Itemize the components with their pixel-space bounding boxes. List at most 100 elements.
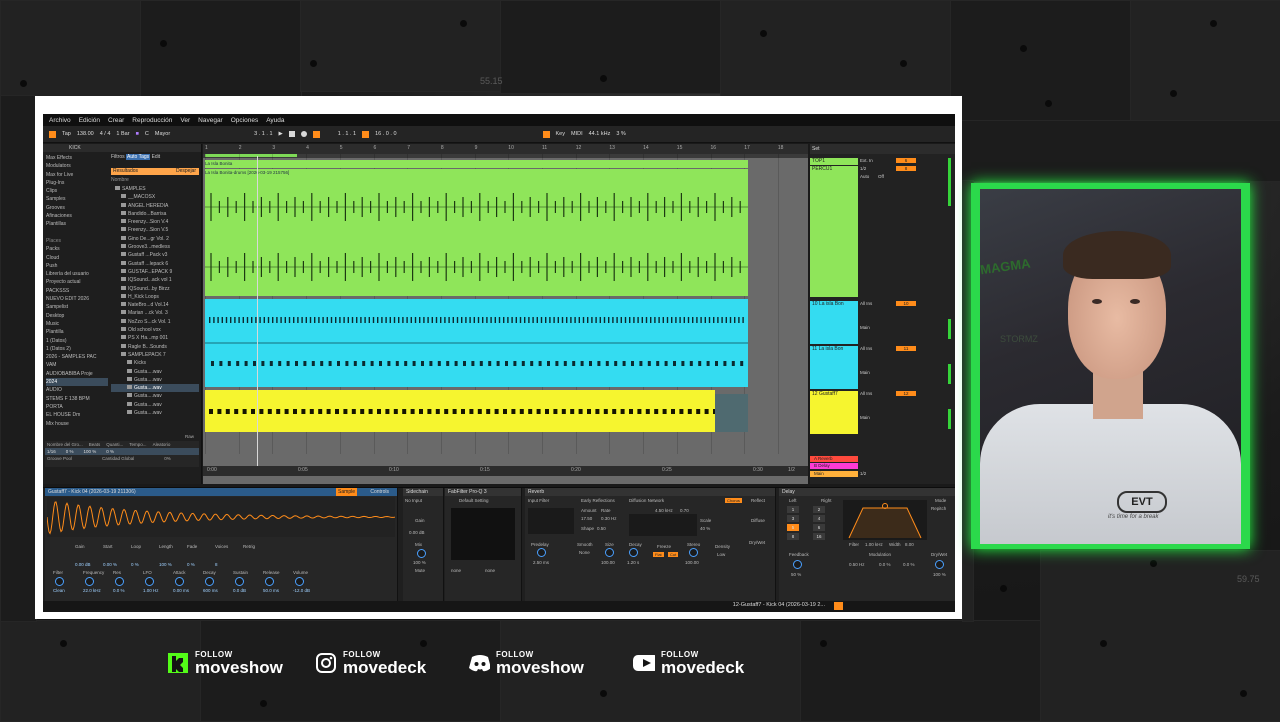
mode-value[interactable]: Repitch: [931, 506, 946, 511]
browser-category[interactable]: EL HOUSE Dm: [46, 411, 108, 419]
browser-file[interactable]: PS X Ha...mp 001: [111, 334, 199, 342]
clip-la-isla-10-11[interactable]: [205, 299, 748, 387]
browser-file[interactable]: Old school vox: [111, 326, 199, 334]
delay-filter-label[interactable]: Filter: [849, 542, 859, 547]
feedback-value[interactable]: 50 %: [791, 572, 801, 577]
browser-category[interactable]: NUEVO EDIT 2026: [46, 295, 108, 303]
browser-file[interactable]: Freenzy...Sion V.4: [111, 218, 199, 226]
browser-file[interactable]: IQSound...ack vol 1: [111, 276, 199, 284]
track-volume-box[interactable]: 6: [896, 158, 916, 163]
key-toggle[interactable]: [542, 130, 550, 138]
menu-reproduccion[interactable]: Reproducción: [132, 117, 172, 124]
sampler-param-value[interactable]: 100 %: [159, 562, 172, 567]
input-filter-graph[interactable]: [528, 508, 574, 534]
clear-button[interactable]: Despejar: [176, 168, 196, 175]
track-input[interactable]: All Ins: [860, 346, 892, 351]
size-knob[interactable]: [605, 548, 614, 557]
groove-pct3[interactable]: 0 %: [106, 449, 114, 454]
browser-category[interactable]: Max Effects: [46, 154, 108, 162]
social-instagram[interactable]: FOLLOW movedeck: [315, 648, 426, 678]
sample-display[interactable]: [46, 497, 396, 537]
name-header[interactable]: Nombre: [111, 177, 129, 183]
browser-category[interactable]: Samples: [46, 195, 108, 203]
browser-file[interactable]: __MACOSX: [111, 193, 199, 201]
clip-top1[interactable]: La Isla Bonita: [205, 160, 748, 168]
delay-sync-button[interactable]: 6: [813, 524, 825, 531]
delay-sync-button[interactable]: 1: [787, 506, 799, 513]
menu-ver[interactable]: Ver: [180, 117, 190, 124]
browser-file[interactable]: GUSTAF...EPACK 9: [111, 268, 199, 276]
browser-category[interactable]: Clips: [46, 187, 108, 195]
clip-percu1[interactable]: La Isla Bonita-drums [2026-03-19 215756]: [205, 169, 748, 296]
scale-select[interactable]: Mayor: [155, 131, 170, 137]
sampler-param-value[interactable]: 22.0 kHz: [83, 588, 101, 593]
menu-crear[interactable]: Crear: [108, 117, 124, 124]
bar-ruler[interactable]: 1 2 3 4 5 6 7 8 9 10 11 12 13 14 15 16 17 18: [203, 144, 808, 154]
browser-file[interactable]: NateBro...d Vol.14: [111, 301, 199, 309]
playhead[interactable]: [257, 156, 258, 466]
flat-toggle[interactable]: Flat: [653, 552, 664, 557]
browser-category[interactable]: Cloud: [46, 254, 108, 262]
quantize-menu[interactable]: 1 Bar: [116, 131, 129, 137]
stop-button[interactable]: [288, 131, 295, 137]
fabfilter-display[interactable]: [451, 508, 515, 560]
clip-gustaff7[interactable]: [205, 390, 743, 432]
clip-gustaff7-tail[interactable]: [715, 394, 748, 432]
browser-file[interactable]: SAMPLES: [111, 185, 199, 193]
stereo-value[interactable]: 100.00: [685, 560, 699, 565]
play-button[interactable]: ▶: [279, 131, 283, 137]
sampler-param-value[interactable]: 0.00 %: [103, 562, 117, 567]
smooth-value[interactable]: None: [579, 550, 590, 555]
fabfilter-none-2[interactable]: none: [485, 568, 495, 573]
delay-filter-freq[interactable]: 1.00 kHz: [865, 542, 883, 547]
browser-category[interactable]: Packs: [46, 245, 108, 253]
predelay-value[interactable]: 2.50 ms: [533, 560, 549, 565]
browser-category[interactable]: PORTA: [46, 403, 108, 411]
gain-value[interactable]: 0.00 dB: [409, 530, 425, 535]
sampler-param-value[interactable]: 1.00 Hz: [143, 588, 159, 593]
stereo-knob[interactable]: [689, 548, 698, 557]
track-header[interactable]: 11 La isla Bon: [810, 346, 858, 389]
track-volume-box[interactable]: 8: [896, 166, 916, 171]
track-main-output[interactable]: Main: [860, 325, 892, 330]
sampler-param-value[interactable]: 0 %: [131, 562, 139, 567]
edit-label[interactable]: Edit: [152, 154, 161, 160]
sampler-param-value[interactable]: 0.0 dB: [233, 588, 246, 593]
browser-category[interactable]: VAM: [46, 361, 108, 369]
track-header[interactable]: 10 La isla Bon: [810, 301, 858, 344]
browser-category[interactable]: 2024: [46, 378, 108, 387]
browser-category[interactable]: Plantillas: [46, 220, 108, 228]
scale-icon[interactable]: ■: [136, 131, 139, 137]
mix-knob[interactable]: [417, 549, 426, 558]
main-ratio[interactable]: 1/2: [860, 471, 866, 476]
browser-category[interactable]: Plantilla: [46, 328, 108, 336]
browser-category[interactable]: Grooves: [46, 204, 108, 212]
sampler-knob[interactable]: [55, 577, 64, 586]
browser-file[interactable]: ANGEL HEREDIA: [111, 202, 199, 210]
default-setting[interactable]: Default Setting: [459, 498, 489, 503]
size-value[interactable]: 100.00: [601, 560, 615, 565]
mute-label[interactable]: Mute: [415, 568, 425, 573]
browser-category[interactable]: 1 (Datos 2): [46, 345, 108, 353]
sampler-knob[interactable]: [265, 577, 274, 586]
track-name[interactable]: 12 Gustaff7: [812, 391, 838, 397]
arrangement-position[interactable]: 3 . 1 . 1: [254, 131, 272, 137]
sampler-param-value[interactable]: Clean: [53, 588, 65, 593]
loop-brace[interactable]: [203, 154, 808, 158]
density-value[interactable]: Low: [717, 552, 725, 557]
filters-label[interactable]: Filtros: [111, 154, 125, 160]
track-name[interactable]: 11 La isla Bon: [812, 346, 843, 352]
browser-file[interactable]: Gusta....wav: [111, 376, 199, 384]
browser-file[interactable]: Ragle B...Sounds: [111, 343, 199, 351]
social-kick[interactable]: FOLLOW moveshow: [167, 648, 283, 678]
browser-category[interactable]: Proyecto actual: [46, 278, 108, 286]
track-input[interactable]: Ext. In: [860, 158, 892, 163]
track-volume-box[interactable]: 12: [896, 391, 916, 396]
menu-edicion[interactable]: Edición: [79, 117, 100, 124]
link-button[interactable]: [49, 130, 56, 138]
delay-sync-button[interactable]: 4: [813, 515, 825, 522]
browser-file[interactable]: H_Kick Loops: [111, 293, 199, 301]
feedback-knob[interactable]: [793, 560, 802, 569]
track-main-output[interactable]: Main: [860, 370, 892, 375]
sampler-knob[interactable]: [115, 577, 124, 586]
